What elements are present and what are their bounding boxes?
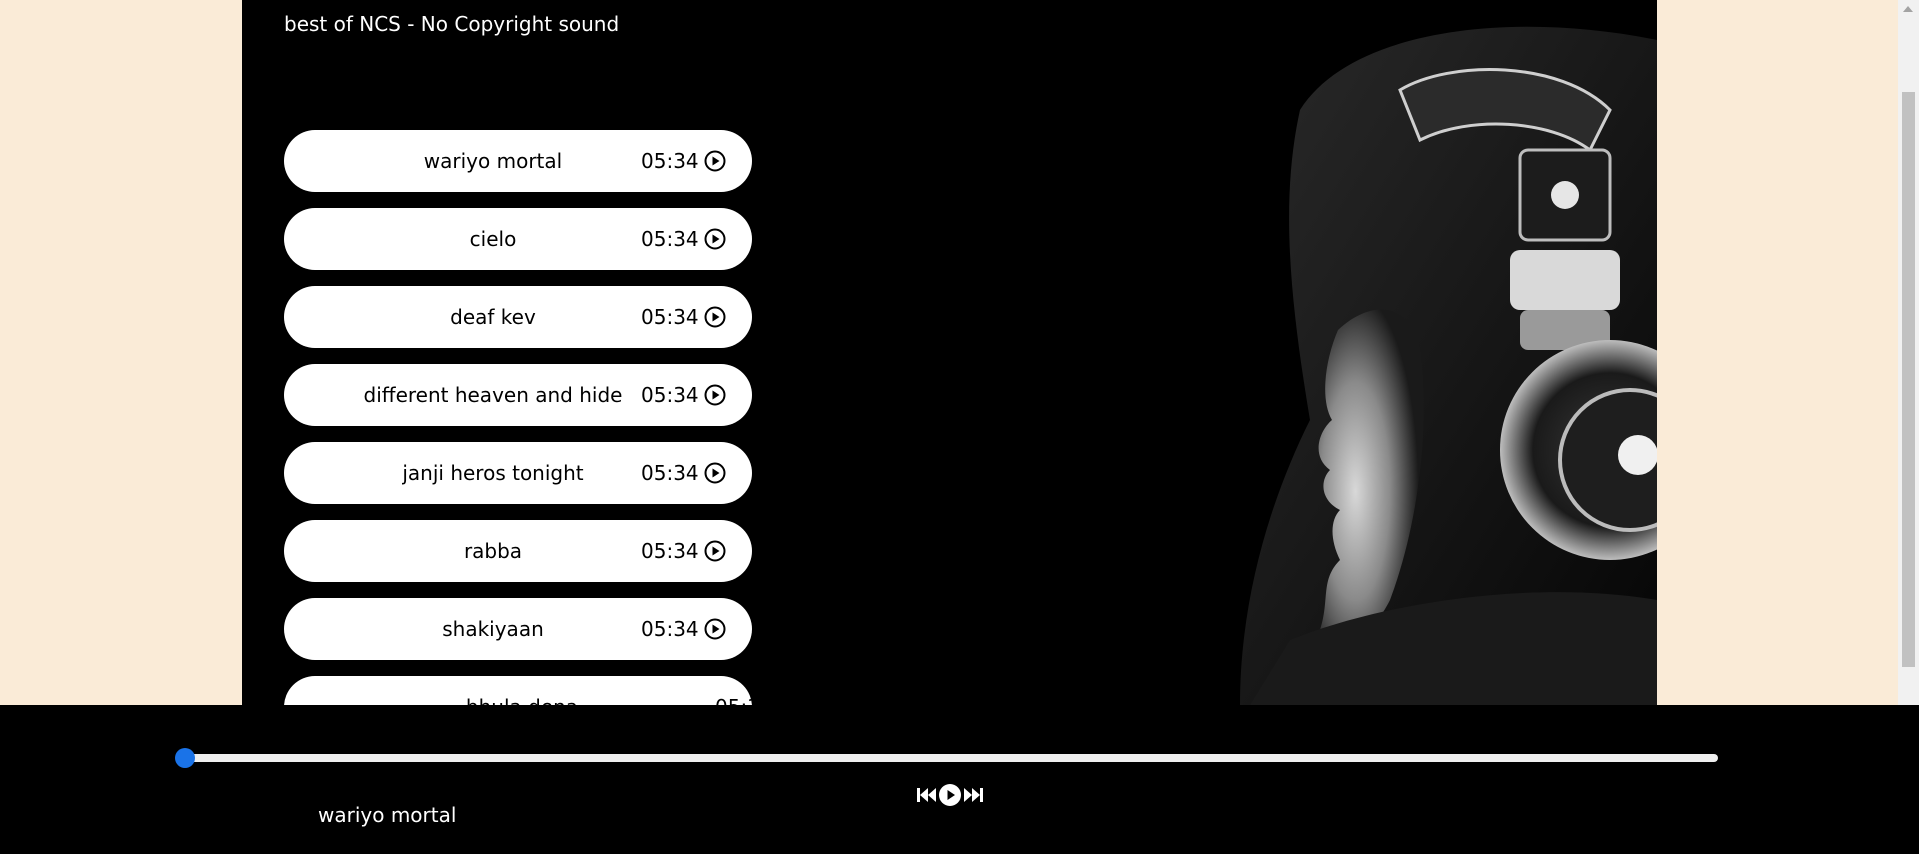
song-name: different heaven and hide xyxy=(363,383,623,407)
song-item[interactable]: different heaven and hide 05:34 xyxy=(284,364,752,426)
song-item[interactable]: janji heros tonight 05:34 xyxy=(284,442,752,504)
main-container: best of NCS - No Copyright sound wariyo … xyxy=(242,0,1657,705)
play-circle-icon[interactable] xyxy=(704,618,726,640)
song-duration: 05:34 xyxy=(641,305,699,329)
play-circle-icon[interactable] xyxy=(704,462,726,484)
playlist-title: best of NCS - No Copyright sound xyxy=(284,12,620,36)
song-list: wariyo mortal 05:34 cielo 05:34 deaf kev… xyxy=(284,130,797,705)
song-name: wariyo mortal xyxy=(423,149,563,173)
play-circle-icon[interactable] xyxy=(704,150,726,172)
song-duration: 05:34 xyxy=(641,461,699,485)
play-circle-icon[interactable] xyxy=(704,306,726,328)
play-circle-icon[interactable] xyxy=(775,696,797,705)
song-name: janji heros tonight xyxy=(402,461,584,485)
play-circle-fill-icon[interactable] xyxy=(938,783,962,807)
song-duration: 05:34 xyxy=(641,539,699,563)
song-duration: 05:34 xyxy=(641,149,699,173)
song-item[interactable]: cielo 05:34 xyxy=(284,208,752,270)
song-item[interactable]: bhula dena 05:34 xyxy=(284,676,797,705)
next-track-icon[interactable] xyxy=(962,783,986,807)
cover-image xyxy=(1090,0,1657,705)
scroll-up-arrow-icon[interactable] xyxy=(1903,6,1913,12)
song-duration: 05:34 xyxy=(641,383,699,407)
scrollbar[interactable] xyxy=(1898,0,1919,705)
previous-track-icon[interactable] xyxy=(914,783,938,807)
now-playing-title: wariyo mortal xyxy=(318,803,457,827)
scrollbar-thumb[interactable] xyxy=(1902,92,1915,667)
play-circle-icon[interactable] xyxy=(704,540,726,562)
song-name: shakiyaan xyxy=(442,617,544,641)
play-circle-icon[interactable] xyxy=(704,228,726,250)
progress-bar[interactable] xyxy=(175,748,1718,768)
song-name: rabba xyxy=(463,539,523,563)
playback-controls xyxy=(914,783,986,807)
song-item[interactable]: deaf kev 05:34 xyxy=(284,286,752,348)
song-name: deaf kev xyxy=(450,305,536,329)
song-item[interactable]: wariyo mortal 05:34 xyxy=(284,130,752,192)
player-bar: wariyo mortal xyxy=(0,705,1919,854)
song-item[interactable]: shakiyaan 05:34 xyxy=(284,598,752,660)
song-duration: 05:34 xyxy=(641,617,699,641)
song-duration: 05:34 xyxy=(715,695,773,705)
progress-thumb[interactable] xyxy=(175,748,195,768)
play-circle-icon[interactable] xyxy=(704,384,726,406)
song-name: cielo xyxy=(469,227,517,251)
song-name: bhula dena xyxy=(313,695,731,705)
song-item[interactable]: rabba 05:34 xyxy=(284,520,752,582)
song-duration: 05:34 xyxy=(641,227,699,251)
